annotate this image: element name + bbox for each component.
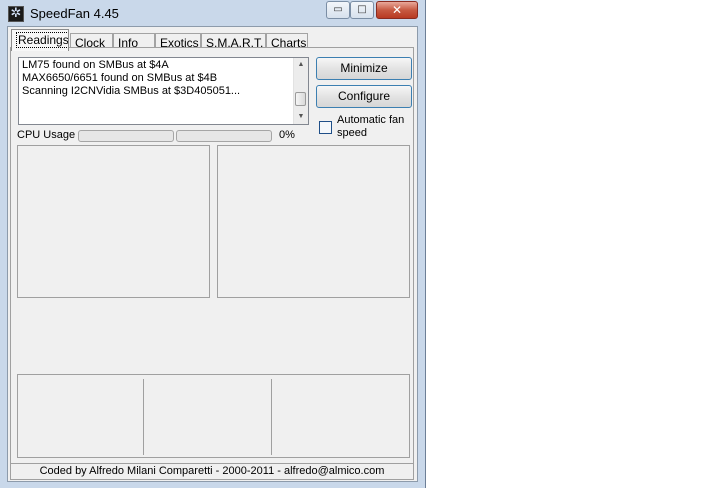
- window-maximize-button[interactable]: □: [350, 1, 374, 19]
- divider: [271, 379, 272, 455]
- fan-speeds-box: [17, 145, 210, 298]
- divider: [143, 379, 144, 455]
- log-scrollbar[interactable]: ▲ ▼: [293, 58, 308, 124]
- log-textbox[interactable]: LM75 found on SMBus at $4A MAX6650/6651 …: [18, 57, 309, 125]
- cpu-usage-label: CPU Usage: [17, 129, 76, 141]
- log-line: MAX6650/6651 found on SMBus at $4B: [22, 72, 218, 84]
- scroll-down-icon[interactable]: ▼: [294, 110, 308, 124]
- minimize-button[interactable]: Minimize: [316, 57, 412, 80]
- window-title: SpeedFan 4.45: [30, 6, 119, 21]
- credits-footer: Coded by Alfredo Milani Comparetti - 200…: [10, 463, 414, 480]
- cpu-usage-bar-2: [176, 130, 272, 142]
- temperatures-box: [217, 145, 410, 298]
- readings-panel: LM75 found on SMBus at $4A MAX6650/6651 …: [10, 47, 414, 470]
- title-bar[interactable]: ✲ SpeedFan 4.45 ▭ □ ✕: [0, 0, 426, 26]
- window-close-button[interactable]: ✕: [376, 1, 418, 19]
- speedfan-window: ✲ SpeedFan 4.45 ▭ □ ✕ Readings Clock Inf…: [0, 0, 426, 488]
- log-line: LM75 found on SMBus at $4A: [22, 59, 169, 71]
- window-minimize-button[interactable]: ▭: [326, 1, 350, 19]
- speedfan-fan-icon[interactable]: ✲: [8, 6, 24, 22]
- client-area: Readings Clock Info Exotics S.M.A.R.T. C…: [7, 26, 418, 482]
- tab-label: Readings: [16, 32, 69, 48]
- scroll-up-icon[interactable]: ▲: [294, 58, 308, 72]
- log-line: Scanning I2CNVidia SMBus at $3D405051...: [22, 85, 241, 97]
- fan-controls-box: [17, 374, 410, 458]
- scroll-thumb[interactable]: [295, 92, 306, 106]
- automatic-fan-speed-label: Automatic fan speed: [337, 114, 405, 139]
- cpu-usage-bar-1: [78, 130, 174, 142]
- cpu-usage-percent: 0%: [279, 129, 295, 141]
- tab-readings[interactable]: Readings: [11, 29, 69, 51]
- configure-button[interactable]: Configure: [316, 85, 412, 108]
- automatic-fan-speed-checkbox[interactable]: [319, 121, 332, 134]
